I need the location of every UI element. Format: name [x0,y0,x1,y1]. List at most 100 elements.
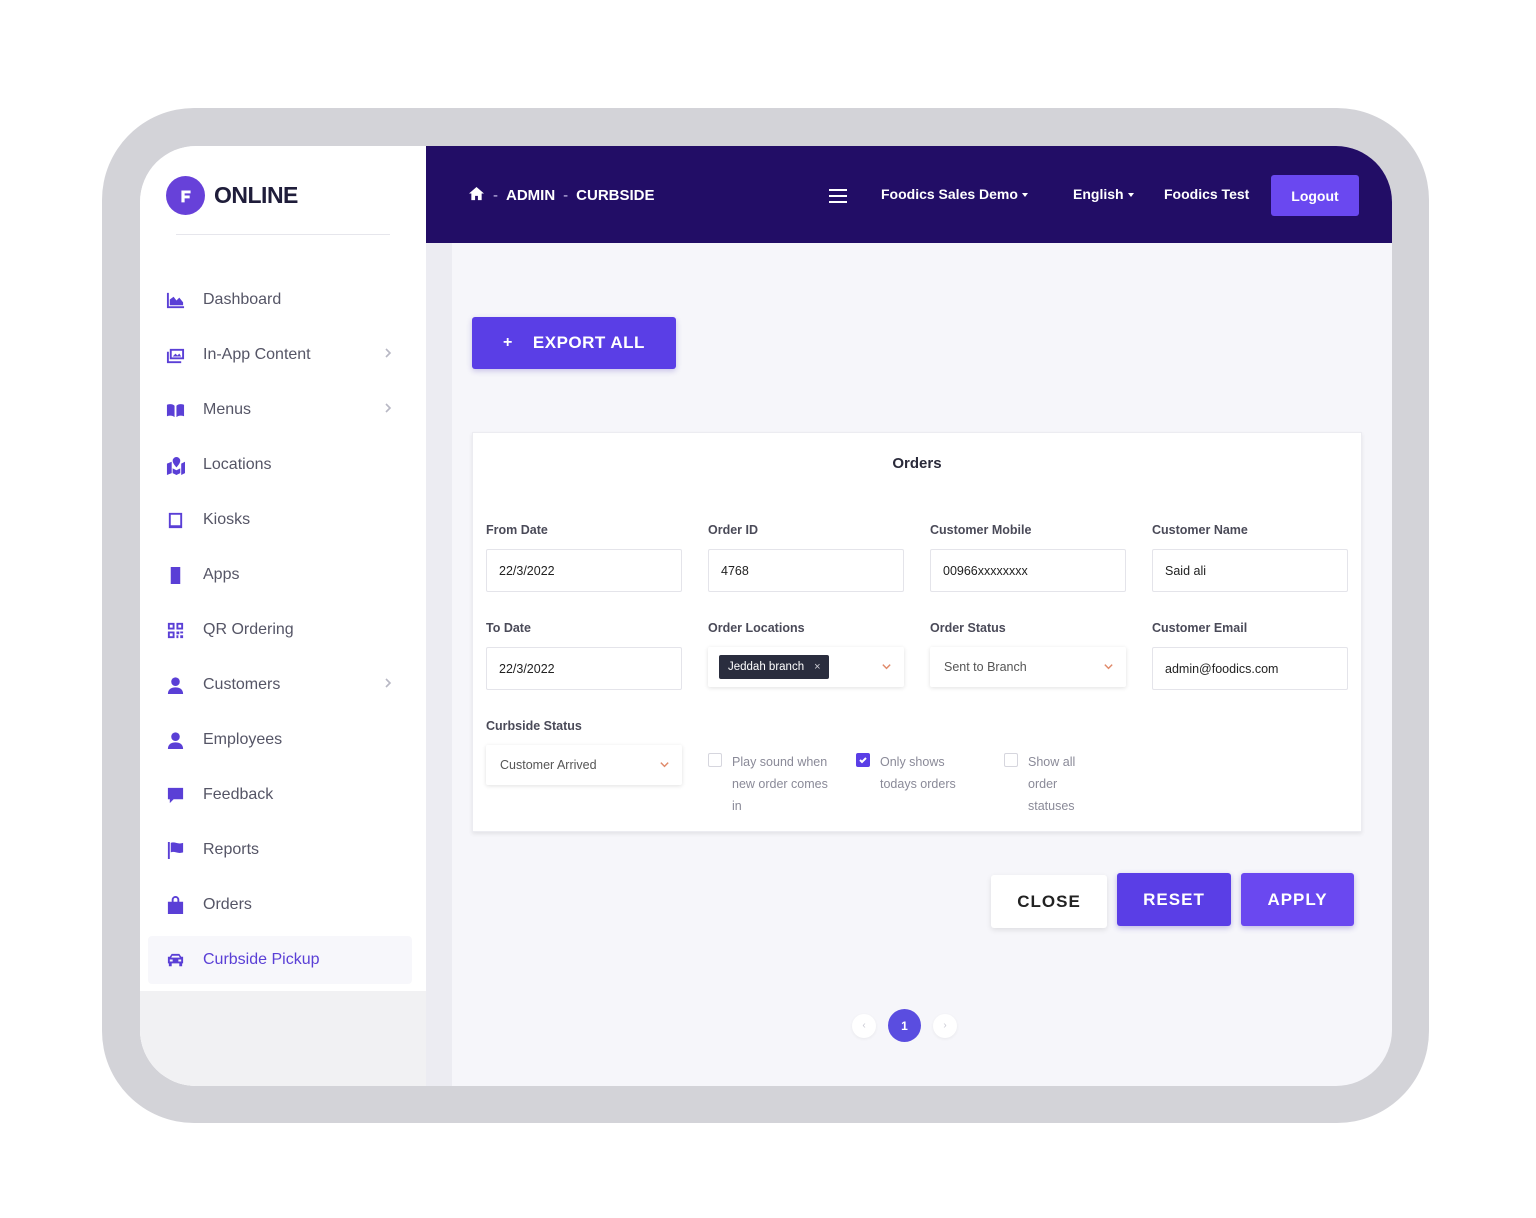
sidebar-item-qr-ordering[interactable]: QR Ordering [148,606,412,654]
sidebar-item-apps[interactable]: Apps [148,551,412,599]
brand-name: ONLINE [214,182,298,208]
customer-name-label: Customer Name [1152,523,1248,537]
brand-divider [176,234,390,235]
curbside-status-select[interactable]: Customer Arrived [486,745,682,785]
sidebar-item-locations[interactable]: Locations [148,441,412,489]
pagination: ‹ 1 › [852,1009,957,1042]
language-label: English [1073,186,1124,202]
user-icon [165,675,185,695]
curbside-status-label: Curbside Status [486,719,582,733]
brand-logo-icon [166,176,205,215]
show-all-option[interactable]: Show all order statuses [1004,751,1096,817]
order-locations-select[interactable]: Jeddah branch × [708,647,904,687]
reset-button[interactable]: RESET [1117,873,1231,926]
user-icon [165,730,185,750]
sidebar-item-employees[interactable]: Employees [148,716,412,764]
map-marked-icon [165,455,185,475]
only-today-option[interactable]: Only shows todays orders [856,751,976,795]
sidebar-item-label: In-App Content [203,346,311,363]
play-sound-label: Play sound when new order comes in [732,755,828,813]
order-status-select[interactable]: Sent to Branch [930,647,1126,687]
sidebar-item-customers[interactable]: Customers [148,661,412,709]
sidebar-item-reports[interactable]: Reports [148,826,412,874]
sidebar-item-feedback[interactable]: Feedback [148,771,412,819]
only-today-checkbox[interactable] [856,753,870,767]
customer-mobile-input[interactable]: 00966xxxxxxxx [930,549,1126,592]
customer-email-input[interactable]: admin@foodics.com [1152,647,1348,690]
to-date-input[interactable]: 22/3/2022 [486,647,682,690]
breadcrumb-curbside[interactable]: CURBSIDE [576,187,654,204]
sidebar-item-label: Menus [203,401,252,418]
from-date-label: From Date [486,523,548,537]
pagination-next[interactable]: › [933,1013,957,1038]
orders-filter-card: Orders From Date 22/3/2022 Order ID 4768… [472,432,1362,832]
business-dropdown[interactable]: Foodics Sales Demo [881,186,1028,202]
sidebar-item-curbside-pickup[interactable]: Curbside Pickup [148,936,412,984]
chevron-right-icon [382,401,396,415]
sidebar-item-label: Curbside Pickup [203,951,320,968]
sidebar-item-label: Customers [203,676,281,693]
app-screen: ONLINE Dashboard In-App Content Menus Lo… [140,146,1392,1086]
customer-mobile-label: Customer Mobile [930,523,1032,537]
car-icon [165,950,185,970]
order-id-label: Order ID [708,523,759,537]
chevron-down-icon [659,759,670,770]
qrcode-icon [165,620,185,640]
sidebar-item-in-app-content[interactable]: In-App Content [148,331,412,379]
sidebar-item-label: Locations [203,456,272,473]
chart-area-icon [165,290,185,310]
pagination-page[interactable]: 1 [888,1009,921,1042]
show-all-label: Show all order statuses [1028,755,1076,813]
chevron-down-icon [881,661,892,672]
sidebar-item-menus[interactable]: Menus [148,386,412,434]
chevron-right-icon [382,346,396,360]
plus-icon: + [503,334,513,351]
breadcrumb-separator: - [563,187,569,204]
customer-name-input[interactable]: Said ali [1152,549,1348,592]
location-tag-label: Jeddah branch [728,661,805,673]
user-name[interactable]: Foodics Test [1164,186,1249,202]
sidebar-item-label: Orders [203,896,252,913]
sidebar-item-kiosks[interactable]: Kiosks [148,496,412,544]
logout-button[interactable]: Logout [1271,175,1359,216]
pagination-prev[interactable]: ‹ [852,1013,876,1038]
sidebar-item-orders[interactable]: Orders [148,881,412,929]
content-gutter [426,243,452,1086]
play-sound-option[interactable]: Play sound when new order comes in [708,751,838,817]
sidebar-item-label: QR Ordering [203,621,294,638]
play-sound-checkbox[interactable] [708,753,722,767]
tablet-icon [165,510,185,530]
mobile-icon [165,565,185,585]
business-name: Foodics Sales Demo [881,186,1018,202]
sidebar-item-label: Employees [203,731,283,748]
breadcrumb: - ADMIN - CURBSIDE [468,186,655,205]
breadcrumb-admin[interactable]: ADMIN [506,187,555,204]
tag-remove-icon[interactable]: × [814,661,820,673]
caret-down-icon [1127,193,1134,198]
sidebar-item-label: Dashboard [203,291,282,308]
home-icon[interactable] [468,186,485,205]
sidebar-item-label: Kiosks [203,511,251,528]
sidebar-item-dashboard[interactable]: Dashboard [148,276,412,324]
language-dropdown[interactable]: English [1073,186,1134,202]
book-open-icon [165,400,185,420]
from-date-input[interactable]: 22/3/2022 [486,549,682,592]
export-all-button[interactable]: + EXPORT ALL [472,317,676,369]
order-id-input[interactable]: 4768 [708,549,904,592]
top-header: - ADMIN - CURBSIDE Foodics Sales Demo En… [426,146,1392,243]
show-all-checkbox[interactable] [1004,753,1018,767]
sidebar-item-label: Reports [203,841,260,858]
close-button[interactable]: CLOSE [991,875,1107,928]
to-date-label: To Date [486,621,531,635]
hamburger-menu-icon[interactable] [829,189,847,203]
only-today-label: Only shows todays orders [880,755,956,791]
sidebar-item-label: Feedback [203,786,274,803]
apply-button[interactable]: APPLY [1241,873,1354,926]
sidebar-footer [140,991,426,1086]
comment-icon [165,785,185,805]
export-all-label: EXPORT ALL [532,333,645,352]
shopping-bag-icon [165,895,185,915]
order-status-label: Order Status [930,621,1006,635]
brand: ONLINE [166,176,298,215]
caret-down-icon [1021,193,1028,198]
